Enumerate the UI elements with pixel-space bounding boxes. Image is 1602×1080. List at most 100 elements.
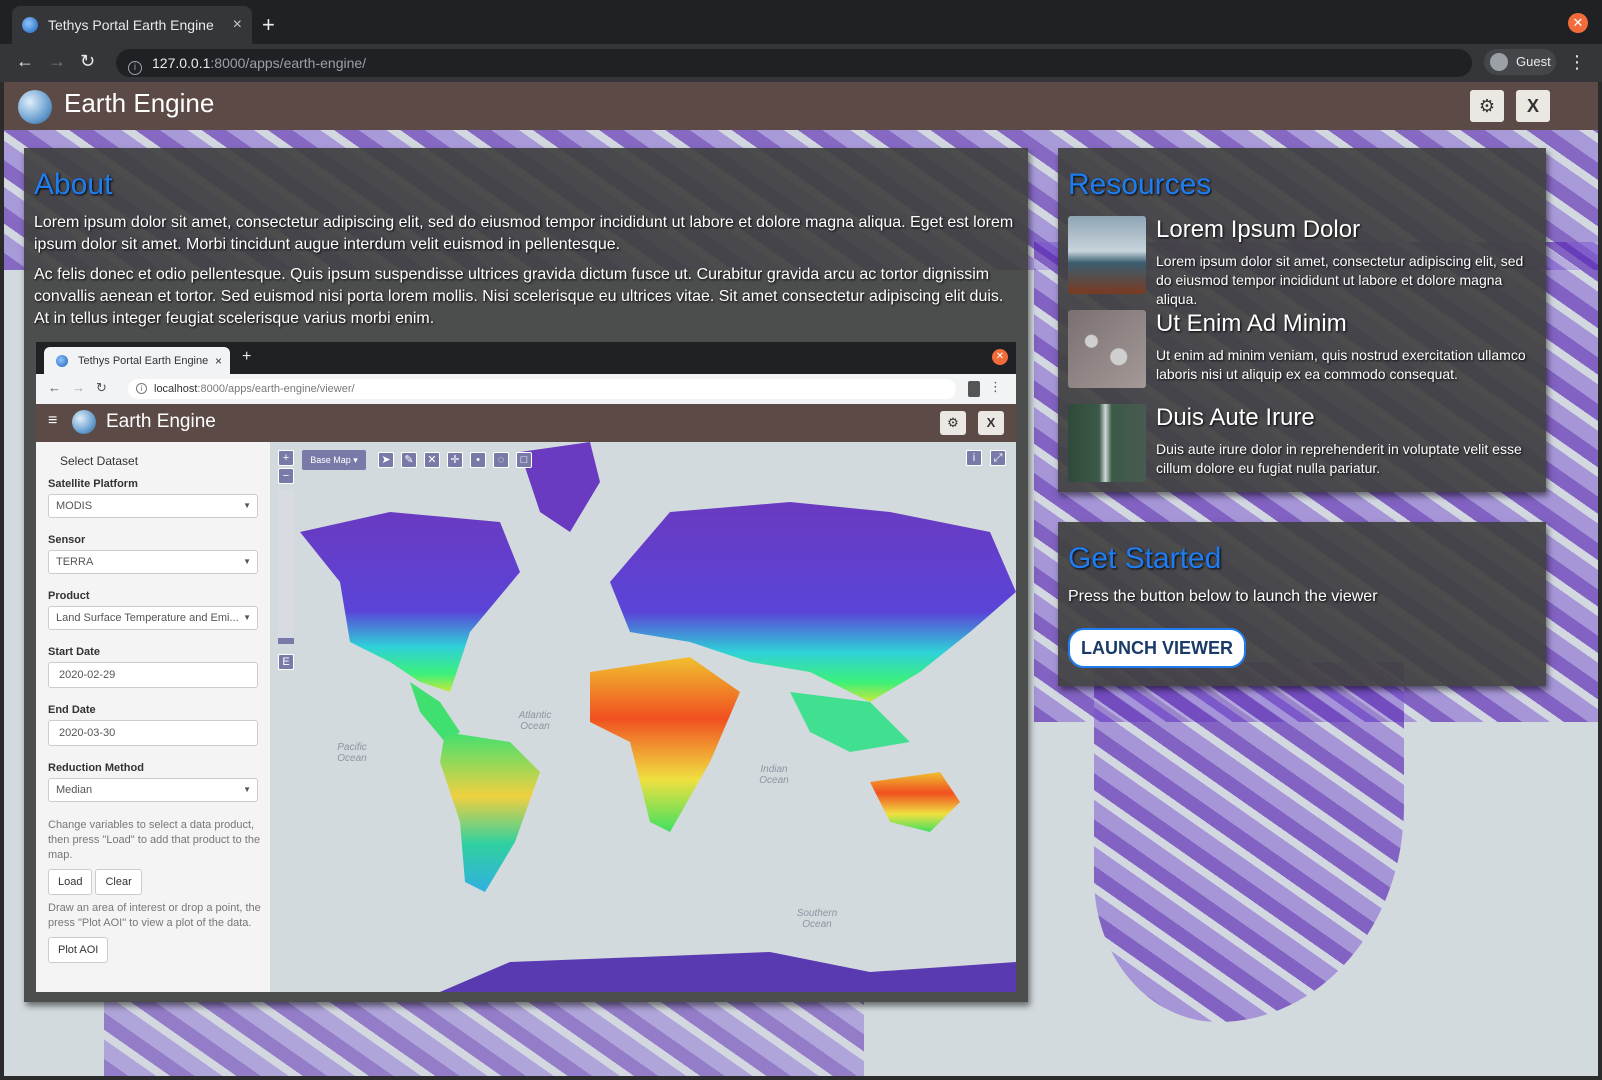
inner-back-icon: ← [48,380,61,395]
launch-viewer-button[interactable]: LAUNCH VIEWER [1068,628,1246,668]
water-droplets-thumbnail [1068,310,1146,388]
tab-title: Tethys Portal Earth Engine [48,17,214,33]
inner-app-header: ≡ Earth Engine ⚙ X [36,404,1016,442]
inner-info-icon: i [136,383,147,394]
inner-address-bar: i localhost:8000/apps/earth-engine/viewer… [128,379,956,399]
kebab-menu-icon[interactable]: ⋮ [1568,52,1586,73]
resource-item[interactable]: Duis Aute Irure Duis aute irure dolor in… [1068,404,1528,484]
app-header: Earth Engine ⚙ X [4,82,1598,130]
southeast-asia [790,692,910,752]
end-date-input: 2020-03-30 [48,720,258,746]
africa [590,657,740,832]
load-help-text: Change variables to select a data produc… [48,819,261,861]
app-page: Earth Engine ⚙ X About Lorem ipsum dolor… [4,82,1598,1076]
resource-item[interactable]: Lorem Ipsum Dolor Lorem ipsum dolor sit … [1068,216,1528,307]
select-arrow-icon: ➤ [378,452,394,468]
person-icon [1490,53,1508,71]
inner-reload-icon: ↻ [96,380,107,395]
product-value: Land Surface Temperature and Emi... [56,612,239,624]
inner-tab-close-icon: × [214,354,222,368]
sensor-select: TERRA ▼ [48,550,258,574]
inner-earth-engine-logo-icon [72,410,96,434]
waterfall-thumbnail [1068,404,1146,482]
zoom-in-button: + [278,450,294,466]
coastline-thumbnail [1068,216,1146,294]
platform-value: MODIS [56,500,93,512]
fullscreen-icon: ⤢ [990,450,1006,466]
map-info-button: i [966,450,982,466]
browser-tab[interactable]: Tethys Portal Earth Engine × [12,6,252,44]
earth-engine-logo-icon [18,90,52,124]
resource-title: Lorem Ipsum Dolor [1156,216,1361,243]
reload-icon[interactable]: ↻ [80,51,95,72]
inner-app-title: Earth Engine [106,411,216,432]
rectangle-icon: □ [516,452,532,468]
end-date-label: End Date [48,704,96,716]
address-bar[interactable]: i 127.0.0.1:8000/apps/earth-engine/ [116,49,1472,77]
start-date-label: Start Date [48,646,100,658]
caret-down-icon: ▼ [243,785,251,794]
caret-down-icon: ▼ [243,501,251,510]
inner-url-host: localhost [154,383,198,395]
platform-select: MODIS ▼ [48,494,258,518]
bg-imagery [1094,662,1404,1022]
greenland [520,442,600,532]
inner-close-button: X [978,411,1004,435]
about-paragraph-1: Lorem ipsum dolor sit amet, consectetur … [34,214,1014,253]
plot-aoi-button: Plot AOI [48,937,109,963]
info-icon[interactable]: i [128,61,142,75]
caret-down-icon: ▼ [243,613,251,622]
north-america [300,512,520,692]
inner-browser-tab: Tethys Portal Earth Engine × [44,347,230,375]
tab-close-icon[interactable]: × [233,16,242,34]
resources-panel: Resources Lorem Ipsum Dolor Lorem ipsum … [1058,148,1546,492]
caret-down-icon: ▼ [243,557,251,566]
app-close-button[interactable]: X [1516,90,1550,122]
globe-favicon-icon [56,355,68,367]
pan-move-icon: ✛ [447,452,463,468]
resource-title: Ut Enim Ad Minim [1156,310,1347,337]
basemap-button: Base Map ▾ [302,450,366,470]
clear-button: Clear [95,869,142,895]
new-tab-button[interactable]: + [262,12,275,38]
point-icon: • [470,452,486,468]
load-button: Load [48,869,93,895]
indian-ocean-label: Indian Ocean [759,764,789,786]
layer-e-button: E [278,654,294,670]
profile-button[interactable]: Guest [1484,49,1556,75]
url-path: :8000/apps/earth-engine/ [210,55,367,71]
atlantic-ocean-label: Atlantic Ocean [518,710,552,732]
aoi-help-text: Draw an area of interest or drop a point… [48,902,261,929]
draw-pencil-icon: ✎ [401,452,417,468]
platform-label: Satellite Platform [48,478,138,490]
about-panel: About Lorem ipsum dolor sit amet, consec… [24,148,1028,1002]
forward-arrow-icon[interactable]: → [48,51,66,72]
resource-description: Lorem ipsum dolor sit amet, consectetur … [1156,253,1524,307]
browser-toolbar: ← → ↻ i 127.0.0.1:8000/apps/earth-engine/… [0,44,1602,82]
sensor-label: Sensor [48,534,86,546]
start-date-input: 2020-02-29 [48,662,258,688]
resource-description: Ut enim ad minim veniam, quis nostrud ex… [1156,347,1526,382]
inner-forward-icon: → [72,380,85,395]
lasso-icon: ◌ [493,452,509,468]
inner-browser-toolbar: ← → ↻ i localhost:8000/apps/earth-engine/… [36,374,1016,404]
reduction-label: Reduction Method [48,762,144,774]
get-started-heading: Get Started [1068,542,1222,575]
zoom-slider-track [278,490,294,640]
central-america [410,682,460,742]
map-landmasses [300,442,1016,992]
resource-item[interactable]: Ut Enim Ad Minim Ut enim ad minim veniam… [1068,310,1528,390]
reduction-select: Median ▼ [48,778,258,802]
window-close-button[interactable]: ✕ [1568,13,1588,33]
zoom-slider-knob [278,638,294,644]
bg-imagery [104,1002,864,1076]
sensor-value: TERRA [56,556,94,568]
inner-new-tab-icon: + [242,348,252,365]
browser-tabstrip: Tethys Portal Earth Engine × + ✕ [0,0,1602,44]
world-map: Atlantic Ocean Pacific Ocean Indian Ocean S… [270,442,1016,992]
inner-window-close-icon: ✕ [992,349,1008,365]
inner-tab-title: Tethys Portal Earth Engine [78,355,209,367]
back-arrow-icon[interactable]: ← [16,51,34,72]
settings-gear-icon[interactable]: ⚙ [1470,90,1504,122]
app-title: Earth Engine [64,88,215,118]
